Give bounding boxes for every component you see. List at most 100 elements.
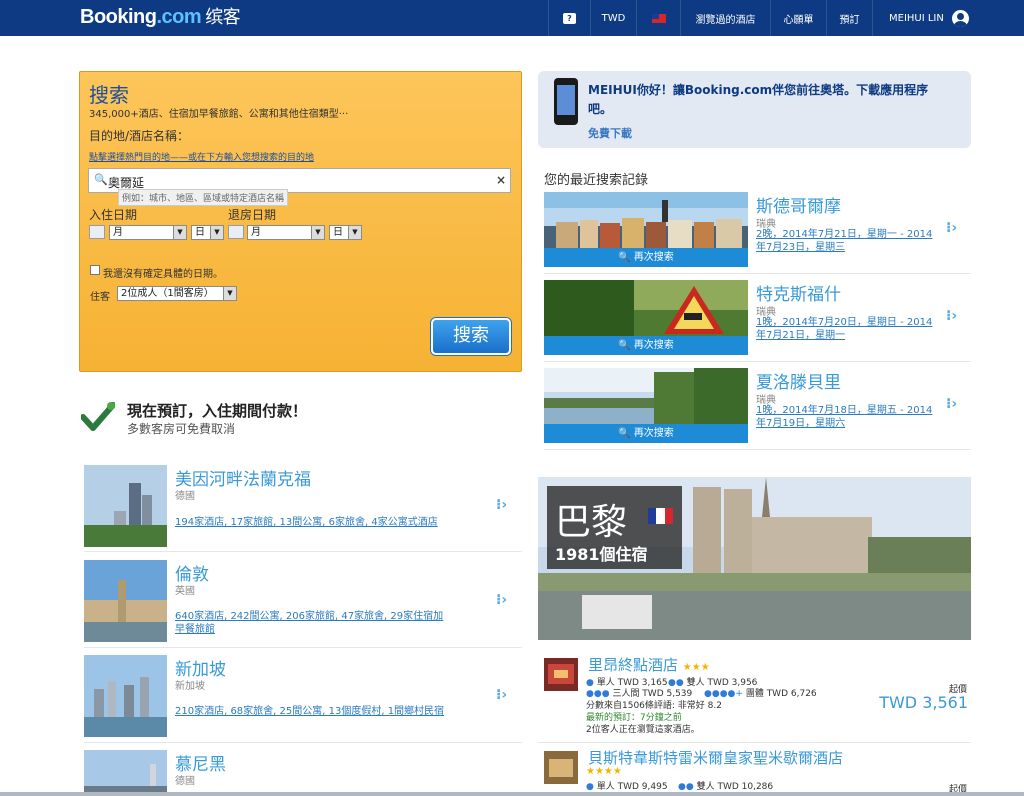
france-flag-icon xyxy=(648,508,673,524)
recent-dates-link[interactable]: 2晚，2014年7月21日，星期一 - 2014年7月23日，星期三 xyxy=(756,228,936,254)
wishlist-label: 心願單 xyxy=(783,14,814,26)
paris-feature[interactable]: 巴黎 1981個住宿 xyxy=(538,477,971,640)
recent-city[interactable]: 特克斯福什 xyxy=(756,280,841,305)
destination-card: 美因河畔法蘭克福 德國 194家酒店, 17家旅館, 13間公寓, 6家旅舍, … xyxy=(84,465,522,552)
checkmark-icon xyxy=(81,402,115,431)
help-icon: ? xyxy=(563,12,576,24)
chevron-right-icon[interactable]: ⁝› xyxy=(496,497,507,513)
search-panel: 搜索 345,000+酒店、住宿加早餐旅館、公寓和其他住宿類型··· 目的地/酒… xyxy=(79,71,522,372)
star-rating-icon: ★★★ xyxy=(682,662,710,673)
search-title: 搜索 xyxy=(89,83,129,107)
search-again-button[interactable]: 🔍 再次搜索 xyxy=(544,424,748,443)
paris-city: 巴黎 xyxy=(555,502,628,543)
checkin-calendar-icon[interactable] xyxy=(89,225,105,239)
munich-photo xyxy=(84,750,167,796)
hotel-price[interactable]: TWD 3,561 xyxy=(879,693,968,712)
hotel-price-double: ●● 雙人 TWD 10,286 xyxy=(678,782,774,792)
user-name: MEIHUI LIN xyxy=(889,12,944,24)
frankfurt-photo xyxy=(84,465,167,547)
recently-viewed-link[interactable]: 瀏覽過的酒店 xyxy=(680,0,770,36)
search-subtitle: 345,000+酒店、住宿加早餐旅館、公寓和其他住宿類型··· xyxy=(89,109,349,120)
recent-dates-link[interactable]: 1晚，2014年7月18日，星期五 - 2014年7月19日，星期六 xyxy=(756,404,936,430)
checkin-label: 入住日期 xyxy=(89,208,138,222)
recent-search-item: 🔍 再次搜索 斯德哥爾摩 瑞典 2晚，2014年7月21日，星期一 - 2014… xyxy=(544,192,971,274)
chevron-right-icon[interactable]: ⁝› xyxy=(946,308,957,324)
search-button[interactable]: 搜索 xyxy=(431,318,511,355)
phone-icon xyxy=(554,78,578,125)
destination-card: 新加坡 新加坡 210家酒店, 68家旅舍, 25間公寓, 13個度假村, 1間… xyxy=(84,655,522,743)
popular-destinations-link[interactable]: 點擊選擇熱門目的地——或在下方輸入您想搜索的目的地 xyxy=(89,150,314,163)
paris-count: 1981個住宿 xyxy=(555,545,648,564)
recent-city[interactable]: 夏洛滕貝里 xyxy=(756,368,841,393)
hotel-photo xyxy=(544,751,578,784)
recent-city[interactable]: 斯德哥爾摩 xyxy=(756,192,841,217)
singapore-photo xyxy=(84,655,167,737)
guests-label: 住客 xyxy=(90,292,110,303)
search-again-button[interactable]: 🔍 再次搜索 xyxy=(544,336,748,355)
free-download-link[interactable]: 免費下載 xyxy=(588,125,632,141)
star-rating-icon: ★★★★ xyxy=(586,766,622,777)
guests-select[interactable]: 2位成人（1間客房） ▼ xyxy=(117,286,237,301)
checkin-month-select[interactable]: 月 ▼ xyxy=(109,225,187,240)
hotel-price-single: ● 單人 TWD 9,495 xyxy=(586,782,668,792)
destination-name[interactable]: 美因河畔法蘭克福 xyxy=(175,465,311,490)
hotel-photo xyxy=(544,658,578,691)
avatar-icon xyxy=(951,9,969,27)
chevron-right-icon[interactable]: ⁝› xyxy=(496,592,507,608)
top-navigation-bar: Booking.com 缤客 ? TWD 瀏覽過的酒店 心願單 預訂 MEIHUI… xyxy=(0,0,1024,36)
destination-country: 德國 xyxy=(175,776,195,787)
destination-links[interactable]: 210家酒店, 68家旅舍, 25間公寓, 13個度假村, 1間鄉村民宿 xyxy=(175,705,445,718)
lake-photo: 🔍 再次搜索 xyxy=(544,368,748,443)
paris-label: 巴黎 1981個住宿 xyxy=(547,486,682,569)
destination-links[interactable]: 194家酒店, 17家旅館, 13間公寓, 6家旅舍, 4家公寓式酒店 xyxy=(175,516,445,529)
bottom-divider xyxy=(0,792,1024,796)
hotel-card: 里昂終點酒店 ★★★ ● 單人 TWD 3,165 ●● 雙人 TWD 3,95… xyxy=(538,651,971,743)
no-dates-checkbox[interactable] xyxy=(90,265,100,275)
moose-sign-photo: 🔍 再次搜索 xyxy=(544,280,748,355)
hotel-viewers: 2位客人正在瀏覽這家酒店。 xyxy=(586,725,700,735)
wishlist-link[interactable]: 心願單 xyxy=(770,0,826,36)
chevron-right-icon[interactable]: ⁝› xyxy=(946,396,957,412)
checkout-month-select[interactable]: 月 ▼ xyxy=(247,225,325,240)
destination-country: 德國 xyxy=(175,491,195,502)
destination-country: 英國 xyxy=(175,586,195,597)
destination-card: 倫敦 英國 640家酒店, 242間公寓, 206家旅館, 47家旅舍, 29家… xyxy=(84,560,522,648)
search-icon: 🔍 xyxy=(94,173,108,186)
currency-selector[interactable]: TWD xyxy=(590,0,636,36)
recent-search-item: 🔍 再次搜索 夏洛滕貝里 瑞典 1晚，2014年7月18日，星期五 - 2014… xyxy=(544,368,971,450)
recently-viewed-label: 瀏覽過的酒店 xyxy=(695,14,756,26)
checkout-label: 退房日期 xyxy=(228,208,277,222)
destination-country: 新加坡 xyxy=(175,681,205,692)
destination-placeholder-tooltip: 例如：城市、地區、區域或特定酒店名稱 xyxy=(118,189,289,206)
bookings-label: 預訂 xyxy=(839,14,860,26)
hotel-name[interactable]: 里昂終點酒店 ★★★ xyxy=(588,654,710,675)
user-menu[interactable]: MEIHUI LIN xyxy=(872,0,982,36)
checkout-calendar-icon[interactable] xyxy=(228,225,244,239)
bookings-link[interactable]: 預訂 xyxy=(826,0,872,36)
pay-later-subtitle: 多數客房可免費取消 xyxy=(127,422,236,436)
language-selector[interactable] xyxy=(636,0,680,36)
checkin-day-select[interactable]: 日 ▼ xyxy=(191,225,224,240)
currency-label: TWD xyxy=(601,12,626,24)
app-promo-banner: MEIHUI你好！讓Booking.com伴您前往奧塔。下載應用程序吧。 免費下… xyxy=(538,71,971,148)
help-button[interactable]: ? xyxy=(548,0,590,36)
booking-logo[interactable]: Booking.com 缤客 xyxy=(80,3,241,29)
hotel-card: 貝斯特韋斯特雷米爾皇家聖米歇爾酒店 ★★★★ ● 單人 TWD 9,495 ●●… xyxy=(538,744,971,796)
pay-later-title: 現在預訂，入住期間付款！ xyxy=(127,402,308,420)
hotel-name[interactable]: 貝斯特韋斯特雷米爾皇家聖米歇爾酒店 xyxy=(588,747,843,768)
recent-dates-link[interactable]: 1晚，2014年7月20日，星期日 - 2014年7月21日，星期一 xyxy=(756,316,936,342)
destination-links[interactable]: 640家酒店, 242間公寓, 206家旅館, 47家旅舍, 29家住宿加早餐旅… xyxy=(175,610,445,636)
recent-search-item: 🔍 再次搜索 特克斯福什 瑞典 1晚，2014年7月20日，星期日 - 2014… xyxy=(544,280,971,362)
checkout-day-select[interactable]: 日 ▼ xyxy=(329,225,362,240)
clear-icon[interactable]: × xyxy=(496,173,506,187)
no-dates-label: 我還沒有確定具體的日期。 xyxy=(103,269,223,280)
stockholm-photo: 🔍 再次搜索 xyxy=(544,192,748,267)
taiwan-flag-icon xyxy=(651,13,666,23)
search-again-button[interactable]: 🔍 再次搜索 xyxy=(544,248,748,267)
destination-card: 慕尼黑 德國 xyxy=(84,750,522,796)
chevron-right-icon[interactable]: ⁝› xyxy=(946,220,957,236)
recent-searches-heading: 您的最近搜索記錄 xyxy=(544,173,649,188)
destination-label: 目的地/酒店名稱： xyxy=(89,129,190,143)
chevron-right-icon[interactable]: ⁝› xyxy=(496,687,507,703)
promo-text: MEIHUI你好！讓Booking.com伴您前往奧塔。下載應用程序吧。 xyxy=(588,83,929,116)
